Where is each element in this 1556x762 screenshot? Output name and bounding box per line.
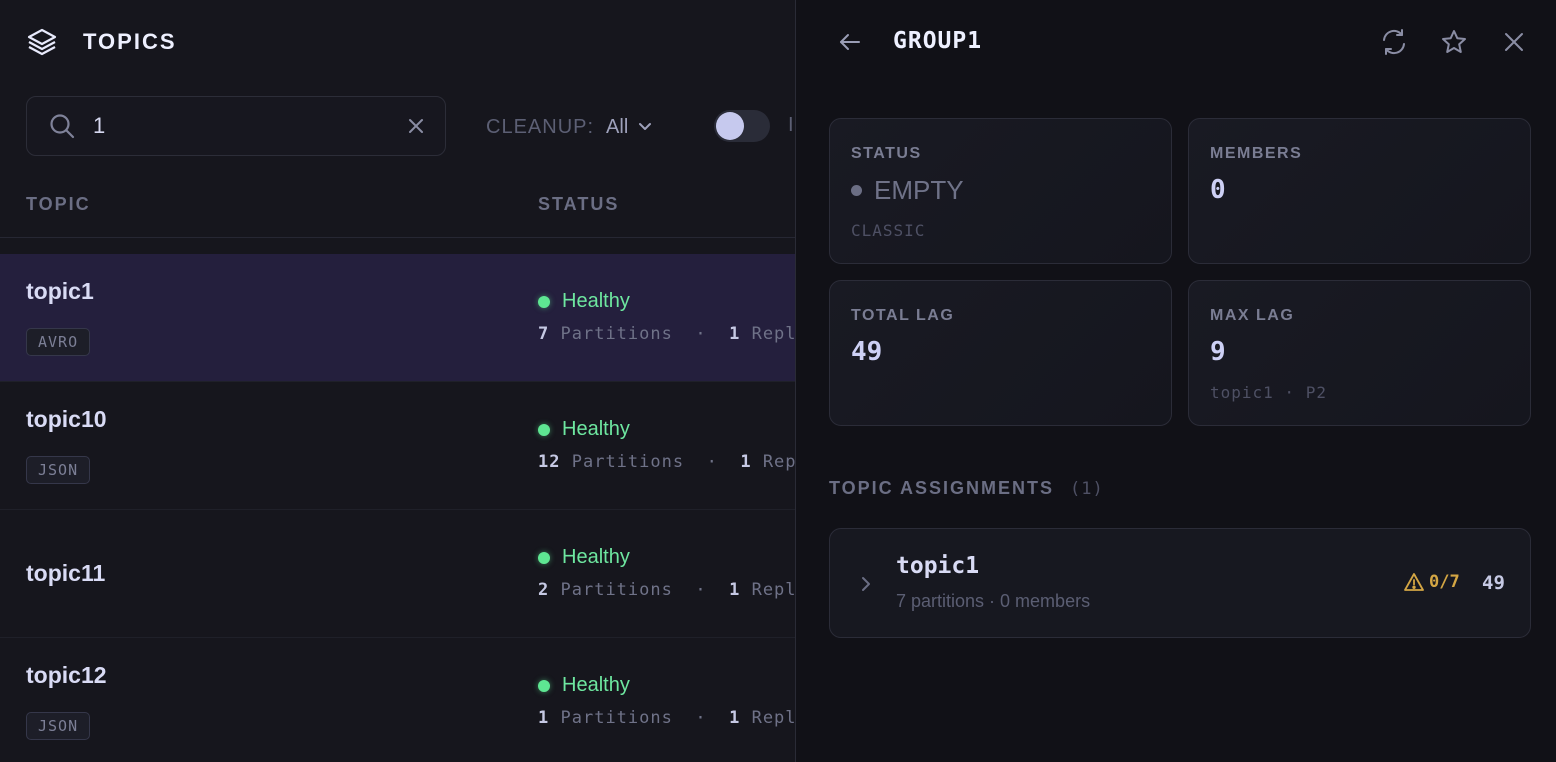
format-badge: AVRO bbox=[26, 328, 91, 356]
table-row[interactable]: topic11 Healthy 2 Partitions · 1 Replica bbox=[0, 510, 795, 638]
topic-name: topic1 bbox=[26, 278, 94, 304]
total-lag-value: 49 bbox=[851, 337, 883, 367]
detail-header: GROUP1 bbox=[796, 0, 1556, 84]
members-card: MEMBERS 0 bbox=[1188, 118, 1531, 264]
status-dot bbox=[538, 551, 550, 564]
star-icon[interactable] bbox=[1438, 26, 1470, 58]
format-badge: JSON bbox=[26, 456, 91, 484]
replicas-label: Replica bbox=[751, 580, 795, 600]
close-icon[interactable] bbox=[1498, 26, 1530, 58]
cleanup-filter[interactable]: CLEANUP: All bbox=[486, 112, 652, 142]
replicas-label: Replica bbox=[751, 708, 795, 728]
max-lag-card: MAX LAG 9 topic1 · P2 bbox=[1188, 280, 1531, 426]
column-topic[interactable]: TOPIC bbox=[26, 194, 91, 215]
group-state: EMPTY bbox=[851, 175, 964, 206]
search-icon bbox=[49, 112, 77, 140]
replicas-count: 1 bbox=[729, 708, 741, 728]
assignments-heading: TOPIC ASSIGNMENTS (1) bbox=[829, 478, 1104, 499]
status-text: Healthy bbox=[562, 418, 630, 440]
assignments-count: (1) bbox=[1070, 479, 1104, 499]
card-label: STATUS bbox=[851, 145, 922, 162]
group-title: GROUP1 bbox=[893, 28, 983, 54]
partitions-label: Partitions bbox=[560, 580, 673, 600]
partitions-count: 7 bbox=[538, 324, 550, 344]
card-label: TOTAL LAG bbox=[851, 307, 955, 324]
cleanup-value[interactable]: All bbox=[606, 116, 628, 139]
topic-meta: 7 Partitions · 1 Replica bbox=[538, 324, 795, 344]
partitions-label: Partitions bbox=[571, 452, 685, 472]
topics-panel: TOPICS 1 CLEANUP: All I TOPIC STATUS top… bbox=[0, 0, 795, 762]
partitions-count: 2 bbox=[538, 580, 550, 600]
refresh-icon[interactable] bbox=[1378, 26, 1410, 58]
assignment-row[interactable]: topic1 7 partitions · 0 members 0/7 49 bbox=[829, 528, 1531, 638]
replicas-count: 1 bbox=[729, 324, 741, 344]
state-text: EMPTY bbox=[874, 175, 964, 205]
status-badge: Healthy bbox=[538, 290, 630, 313]
warning-icon bbox=[1404, 572, 1424, 592]
clear-icon[interactable] bbox=[405, 115, 427, 137]
topic-name: topic10 bbox=[26, 406, 107, 432]
replicas-count: 1 bbox=[740, 452, 752, 472]
page-title: TOPICS bbox=[83, 29, 177, 54]
layers-icon bbox=[26, 26, 58, 58]
status-text: Healthy bbox=[562, 546, 630, 568]
separator: · bbox=[706, 452, 718, 472]
topic-meta: 12 Partitions · 1 Replic bbox=[538, 452, 795, 472]
total-lag-card: TOTAL LAG 49 bbox=[829, 280, 1172, 426]
separator: · bbox=[695, 580, 707, 600]
coverage-value: 0/7 bbox=[1429, 572, 1460, 592]
toggle-label: I bbox=[788, 114, 794, 136]
status-dot bbox=[538, 295, 550, 308]
topic-meta: 1 Partitions · 1 Replica bbox=[538, 708, 795, 728]
partitions-count: 1 bbox=[538, 708, 550, 728]
chevron-right-icon[interactable] bbox=[856, 572, 876, 596]
cleanup-label: CLEANUP: bbox=[486, 115, 595, 138]
format-badge: JSON bbox=[26, 712, 91, 740]
status-text: Healthy bbox=[562, 290, 630, 312]
status-badge: Healthy bbox=[538, 546, 630, 569]
separator: · bbox=[695, 708, 707, 728]
replicas-label: Replica bbox=[751, 324, 795, 344]
members-value: 0 bbox=[1210, 175, 1226, 205]
card-label: MAX LAG bbox=[1210, 307, 1295, 324]
protocol-label: CLASSIC bbox=[851, 221, 926, 240]
status-badge: Healthy bbox=[538, 674, 630, 697]
toggle-knob bbox=[716, 112, 744, 140]
column-status[interactable]: STATUS bbox=[538, 194, 619, 215]
back-arrow-icon[interactable] bbox=[836, 28, 864, 56]
replicas-label: Replic bbox=[762, 452, 795, 472]
filter-toggle[interactable] bbox=[714, 110, 770, 142]
assignment-summary: 7 partitions · 0 members bbox=[896, 591, 1091, 611]
assignments-title: TOPIC ASSIGNMENTS bbox=[829, 478, 1055, 498]
search-field[interactable]: 1 bbox=[26, 96, 446, 156]
table-row[interactable]: topic12 JSON Healthy 1 Partitions · 1 Re… bbox=[0, 638, 795, 762]
topic-meta: 2 Partitions · 1 Replica bbox=[538, 580, 795, 600]
status-dot bbox=[538, 679, 550, 692]
assignment-coverage: 0/7 bbox=[1404, 572, 1460, 592]
max-lag-value: 9 bbox=[1210, 337, 1226, 367]
card-label: MEMBERS bbox=[1210, 145, 1303, 162]
separator: · bbox=[695, 324, 707, 344]
chevron-down-icon bbox=[638, 116, 652, 139]
table-header: TOPIC STATUS bbox=[0, 176, 795, 238]
status-badge: Healthy bbox=[538, 418, 630, 441]
topic-name: topic12 bbox=[26, 662, 107, 688]
search-input[interactable]: 1 bbox=[93, 113, 405, 139]
status-dot bbox=[538, 423, 550, 436]
partitions-label: Partitions bbox=[560, 324, 673, 344]
assignment-lag: 49 bbox=[1482, 572, 1505, 594]
topics-header: TOPICS bbox=[26, 24, 177, 60]
partitions-label: Partitions bbox=[560, 708, 673, 728]
replicas-count: 1 bbox=[729, 580, 741, 600]
max-lag-source: topic1 · P2 bbox=[1210, 383, 1327, 402]
assignment-topic-name: topic1 bbox=[896, 553, 980, 579]
partitions-count: 12 bbox=[538, 452, 561, 472]
table-row[interactable]: topic10 JSON Healthy 12 Partitions · 1 R… bbox=[0, 382, 795, 510]
status-text: Healthy bbox=[562, 674, 630, 696]
table-row[interactable]: topic1 AVRO Healthy 7 Partitions · 1 Rep… bbox=[0, 254, 795, 382]
topic-name: topic11 bbox=[26, 560, 106, 586]
state-dot bbox=[851, 185, 862, 196]
group-detail-panel: GROUP1 STATUS EMPTY CLASSIC MEMBERS 0 TO… bbox=[795, 0, 1556, 762]
status-card: STATUS EMPTY CLASSIC bbox=[829, 118, 1172, 264]
